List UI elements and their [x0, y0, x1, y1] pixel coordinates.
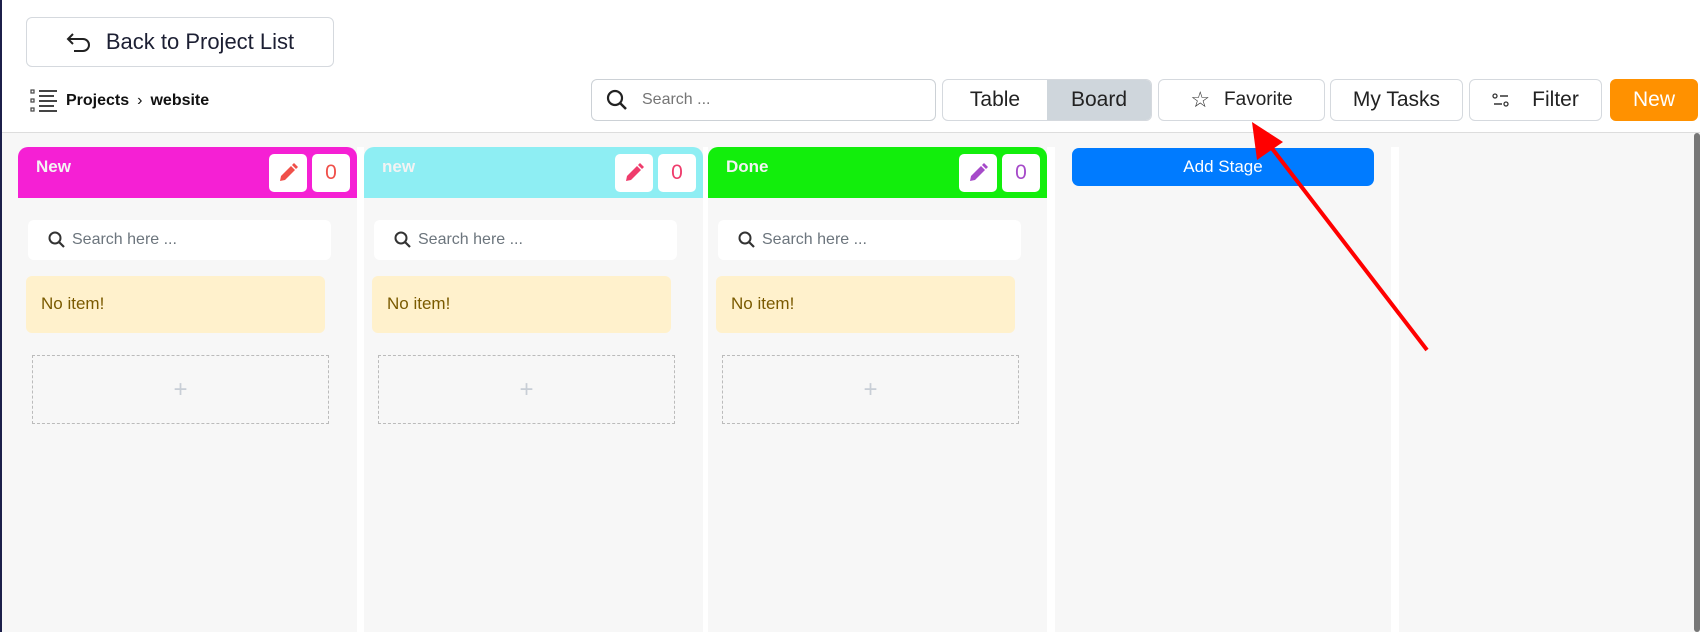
annotation-arrow — [1252, 122, 1429, 352]
